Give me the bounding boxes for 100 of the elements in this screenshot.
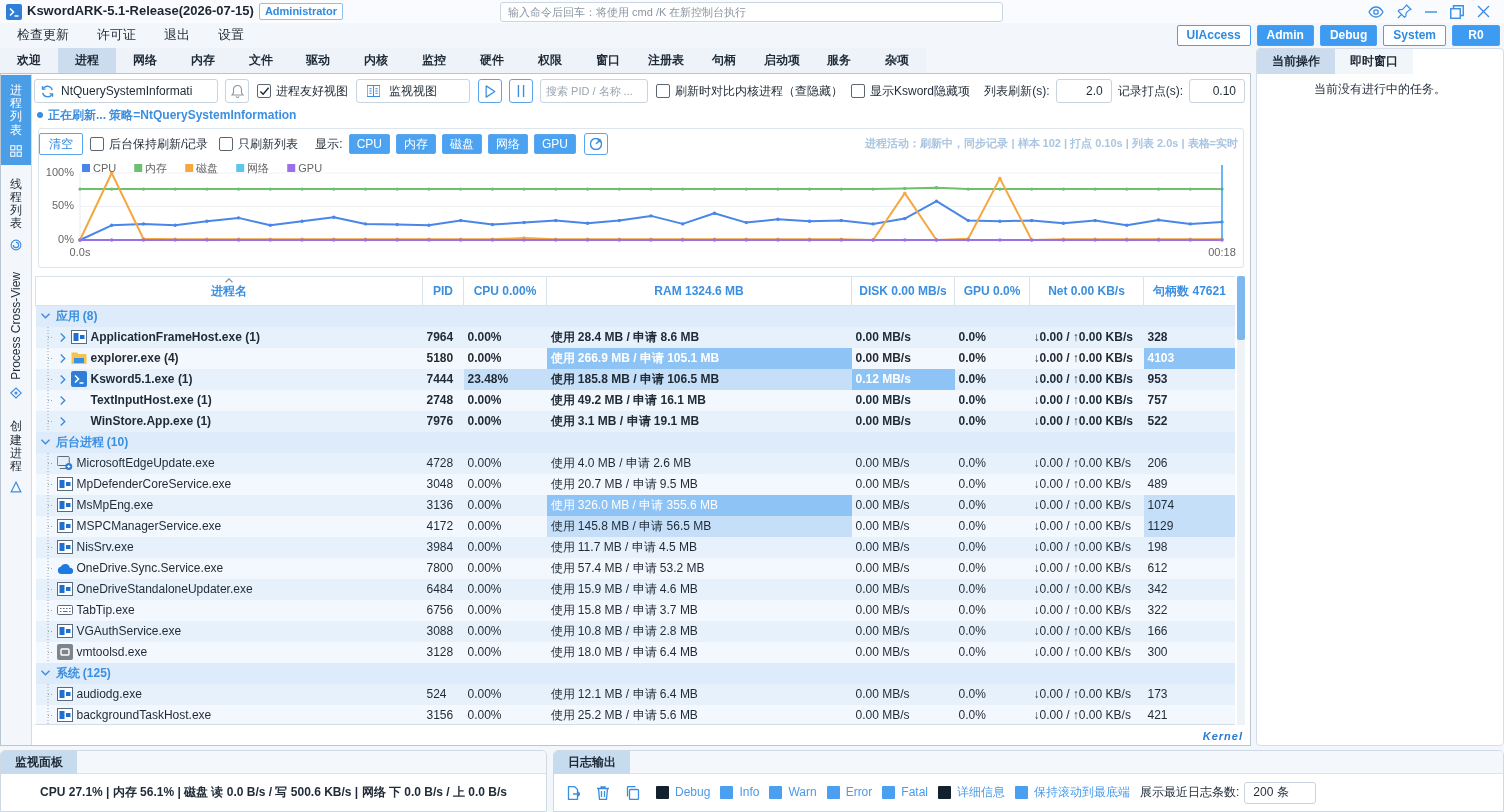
bell-button[interactable] <box>225 79 249 103</box>
tile-icon <box>56 644 73 660</box>
table-row[interactable]: backgroundTaskHost.exe 3156 0.00% 使用 25.2 MB / 申请 5.6 MB 0.00 MB/s 0.0% ↓0.00 / ↑0.00 KB/s 421 <box>35 704 1235 724</box>
tab[interactable]: 监控 <box>405 48 464 73</box>
tab[interactable]: 即时窗口 <box>1335 49 1413 74</box>
log-count-field[interactable]: 200 条 <box>1244 781 1317 804</box>
monitor-badge-icon <box>56 455 73 471</box>
checkbox[interactable] <box>1015 786 1028 799</box>
chevron-down-icon[interactable] <box>40 313 50 320</box>
tab[interactable]: 句柄 <box>694 48 753 73</box>
chevron-right-icon[interactable] <box>59 416 66 426</box>
checkbox[interactable] <box>257 84 271 98</box>
chart-settings-button[interactable] <box>584 133 609 155</box>
table-row[interactable]: OneDriveStandaloneUpdater.exe 6484 0.00% 使用 15.9 MB / 申请 4.6 MB 0.00 MB/s 0.0% ↓0.00 / ↑0.00 KB/s 342 <box>35 578 1235 600</box>
legend-label: GPU <box>298 162 323 174</box>
checkbox[interactable] <box>720 786 734 799</box>
tree-line-icon <box>45 326 54 348</box>
diamond-icon <box>10 387 22 400</box>
interval-field[interactable]: 2.0 <box>1055 79 1112 103</box>
chevron-down-icon[interactable] <box>40 439 50 445</box>
tab[interactable]: 网络 <box>115 48 174 73</box>
menu-item[interactable]: 许可证 <box>83 27 150 44</box>
chevron-right-icon[interactable] <box>59 395 66 405</box>
tab[interactable]: 杂项 <box>868 48 927 73</box>
chevron-right-icon[interactable] <box>59 353 66 363</box>
checkbox[interactable] <box>769 786 783 799</box>
interval-field[interactable]: 0.10 <box>1189 79 1245 103</box>
table-row[interactable]: VGAuthService.exe 3088 0.00% 使用 10.8 MB / 申请 2.8 MB 0.00 MB/s 0.0% ↓0.00 / ↑0.00 KB/s 166 <box>35 620 1235 642</box>
tab[interactable]: 进程 <box>57 48 116 73</box>
table-row[interactable]: OneDrive.Sync.Service.exe 7800 0.00% 使用 57.4 MB / 申请 53.2 MB 0.00 MB/s 0.0% ↓0.00 / ↑0.00 KB/s 612 <box>35 557 1235 579</box>
monitor-view-button[interactable]: 监视视图 <box>356 79 470 103</box>
tab[interactable]: 硬件 <box>463 48 521 73</box>
side-tab[interactable]: Process Cross-View <box>1 262 31 408</box>
trash-icon[interactable] <box>596 785 610 800</box>
close-icon[interactable] <box>1477 5 1490 18</box>
table-row[interactable]: ApplicationFrameHost.exe (1) 7964 0.00% 使用 28.4 MB / 申请 8.6 MB 0.00 MB/s 0.0% ↓0.00 / ↑0.00 KB/s 328 <box>35 326 1235 348</box>
chevron-right-icon[interactable] <box>59 332 66 342</box>
side-tab[interactable]: 创建进程 <box>1 411 31 502</box>
menu-item[interactable]: 设置 <box>204 27 258 44</box>
table-row[interactable]: MsMpEng.exe 3136 0.00% 使用 326.0 MB / 申请 355.6 MB 0.00 MB/s 0.0% ↓0.00 / ↑0.00 KB/s 1074 <box>35 494 1235 516</box>
minimize-icon[interactable] <box>1425 10 1437 13</box>
chevron-down-icon[interactable] <box>40 670 50 676</box>
strategy-dropdown[interactable]: NtQuerySystemInformati <box>34 79 218 103</box>
checkbox[interactable] <box>882 786 896 799</box>
table-row[interactable]: explorer.exe (4) 5180 0.00% 使用 266.9 MB / 申请 105.1 MB 0.00 MB/s 0.0% ↓0.00 / ↑0.00 KB/s 4103 <box>35 347 1235 369</box>
table-row[interactable]: MicrosoftEdgeUpdate.exe 4728 0.00% 使用 4.0 MB / 申请 2.6 MB 0.00 MB/s 0.0% ↓0.00 / ↑0.00 KB/s 206 <box>35 452 1235 474</box>
pin-icon[interactable] <box>1397 4 1412 19</box>
checkbox[interactable] <box>851 84 865 98</box>
table-row[interactable]: MpDefenderCoreService.exe 3048 0.00% 使用 20.7 MB / 申请 9.5 MB 0.00 MB/s 0.0% ↓0.00 / ↑0.00 KB/s 489 <box>35 473 1235 495</box>
table-row[interactable]: MSPCManagerService.exe 4172 0.00% 使用 145.8 MB / 申请 56.5 MB 0.00 MB/s 0.0% ↓0.00 / ↑0.00 KB/s 1129 <box>35 515 1235 537</box>
tab[interactable]: 当前操作 <box>1257 49 1335 74</box>
keyboard-icon <box>56 605 73 615</box>
table-row[interactable]: Ksword5.1.exe (1) 7444 23.48% 使用 185.8 MB / 申请 106.5 MB 0.12 MB/s 0.0% ↓0.00 / ↑0.00 KB/s 953 <box>35 368 1235 390</box>
command-field[interactable]: 输入命令后回车：将使用 cmd /K 在新控制台执行 <box>500 1 1003 22</box>
checkbox[interactable] <box>219 137 234 151</box>
tab[interactable]: 窗口 <box>578 48 637 73</box>
window-icon <box>56 582 73 596</box>
privilege-toggle[interactable]: System <box>1383 25 1446 46</box>
tab[interactable]: 服务 <box>810 48 869 73</box>
side-tab[interactable]: 线程列表 <box>1 168 31 259</box>
legend-label: 内存 <box>145 162 168 174</box>
table-row[interactable]: WinStore.App.exe (1) 7976 0.00% 使用 3.1 MB / 申请 19.1 MB 0.00 MB/s 0.0% ↓0.00 / ↑0.00 KB/s 522 <box>35 410 1235 432</box>
table-row[interactable]: vmtoolsd.exe 3128 0.00% 使用 18.0 MB / 申请 6.4 MB 0.00 MB/s 0.0% ↓0.00 / ↑0.00 KB/s 300 <box>35 641 1235 663</box>
play-button[interactable] <box>478 79 502 103</box>
export-icon[interactable] <box>566 785 580 800</box>
clear-button[interactable]: 清空 <box>39 133 83 155</box>
tab[interactable]: 启动项 <box>752 48 811 73</box>
tab[interactable]: 欢迎 <box>0 48 58 73</box>
menu-item[interactable]: 退出 <box>150 27 204 44</box>
checkbox[interactable] <box>826 786 840 799</box>
checkbox[interactable] <box>656 84 670 98</box>
chevron-right-icon[interactable] <box>59 374 66 384</box>
column-header[interactable]: GPU 0.0% <box>954 276 1030 306</box>
column-header[interactable]: CPU 0.00% <box>463 276 547 306</box>
table-row[interactable]: NisSrv.exe 3984 0.00% 使用 11.7 MB / 申请 4.5 MB 0.00 MB/s 0.0% ↓0.00 / ↑0.00 KB/s 198 <box>35 536 1235 558</box>
tab[interactable]: 内存 <box>173 48 232 73</box>
checkbox[interactable] <box>938 786 951 799</box>
pause-button[interactable] <box>509 79 533 103</box>
tab[interactable]: 注册表 <box>636 48 695 73</box>
tab[interactable]: 权限 <box>521 48 579 73</box>
restore-icon[interactable] <box>1450 4 1464 19</box>
tab[interactable]: 日志输出 <box>554 751 630 774</box>
scrollbar[interactable] <box>1237 276 1245 725</box>
tab[interactable]: 文件 <box>231 48 290 73</box>
copy-icon[interactable] <box>626 785 640 800</box>
book-icon <box>367 85 380 97</box>
tab[interactable]: 驱动 <box>289 48 348 73</box>
privilege-toggle[interactable]: UIAccess <box>1176 25 1251 46</box>
table-row[interactable]: TabTip.exe 6756 0.00% 使用 15.8 MB / 申请 3.7 MB 0.00 MB/s 0.0% ↓0.00 / ↑0.00 KB/s 322 <box>35 599 1235 621</box>
table-row[interactable]: TextInputHost.exe (1) 2748 0.00% 使用 49.2 MB / 申请 16.1 MB 0.00 MB/s 0.0% ↓0.00 / ↑0.00 KB/s 757 <box>35 389 1235 411</box>
eye-icon[interactable] <box>1368 5 1384 18</box>
checkbox[interactable] <box>656 786 669 799</box>
checkbox-label: 进程友好视图 <box>276 83 348 99</box>
scroll-thumb[interactable] <box>1237 276 1245 340</box>
tab[interactable]: 监视面板 <box>1 751 77 774</box>
menu-item[interactable]: 检查更新 <box>3 27 83 44</box>
table-row[interactable]: audiodg.exe 524 0.00% 使用 12.1 MB / 申请 6.4 MB 0.00 MB/s 0.0% ↓0.00 / ↑0.00 KB/s 173 <box>35 683 1235 705</box>
tab[interactable]: 内核 <box>347 48 406 73</box>
search-field[interactable]: 搜索 PID / 名称 ... <box>540 79 648 103</box>
checkbox[interactable] <box>90 137 104 151</box>
